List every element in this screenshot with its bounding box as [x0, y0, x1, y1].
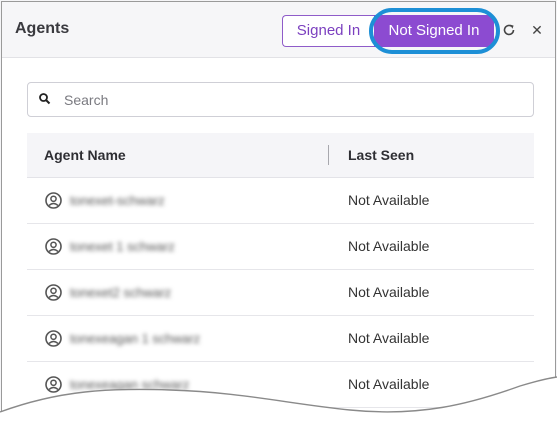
agents-table: Agent Name Last Seen tonexet-schwarz Not…: [27, 133, 534, 408]
column-divider[interactable]: [328, 145, 329, 165]
user-avatar-icon: [45, 192, 62, 209]
last-seen-value: Not Available: [348, 376, 430, 392]
panel-header: Agents Signed In Not Signed In ✕: [2, 2, 555, 58]
last-seen-value: Not Available: [348, 192, 430, 208]
agent-name: tonexet 1 schwarz: [70, 239, 175, 254]
search-box: [27, 82, 534, 117]
panel-title: Agents: [15, 20, 70, 37]
user-avatar-icon: [45, 238, 62, 255]
close-icon[interactable]: ✕: [528, 20, 546, 40]
column-header-last-seen[interactable]: Last Seen: [348, 147, 414, 163]
signed-in-toggle[interactable]: Signed In: [282, 15, 374, 47]
table-row[interactable]: tonexet-schwarz Not Available: [27, 178, 534, 224]
table-row[interactable]: tonexeagan schwarz Not Available: [27, 362, 534, 408]
table-row[interactable]: tonexeagan 1 schwarz Not Available: [27, 316, 534, 362]
agent-name: tonexet-schwarz: [70, 193, 165, 208]
search-input[interactable]: [64, 83, 524, 116]
column-header-agent-name[interactable]: Agent Name: [44, 147, 126, 163]
agents-panel: Agents Signed In Not Signed In ✕ Agent N…: [1, 1, 556, 431]
agent-name: tonexeagan schwarz: [70, 377, 190, 392]
user-avatar-icon: [45, 330, 62, 347]
not-signed-in-toggle[interactable]: Not Signed In: [374, 15, 494, 47]
table-header: Agent Name Last Seen: [27, 133, 534, 178]
last-seen-value: Not Available: [348, 330, 430, 346]
agent-name: tonexet2 schwarz: [70, 285, 172, 300]
user-avatar-icon: [45, 376, 62, 393]
refresh-icon[interactable]: [500, 20, 518, 40]
user-avatar-icon: [45, 284, 62, 301]
last-seen-value: Not Available: [348, 238, 430, 254]
table-row[interactable]: tonexet2 schwarz Not Available: [27, 270, 534, 316]
table-row[interactable]: tonexet 1 schwarz Not Available: [27, 224, 534, 270]
agent-name: tonexeagan 1 schwarz: [70, 331, 201, 346]
search-icon: [39, 93, 51, 105]
last-seen-value: Not Available: [348, 284, 430, 300]
screenshot-frame: Agents Signed In Not Signed In ✕ Agent N…: [0, 0, 557, 432]
